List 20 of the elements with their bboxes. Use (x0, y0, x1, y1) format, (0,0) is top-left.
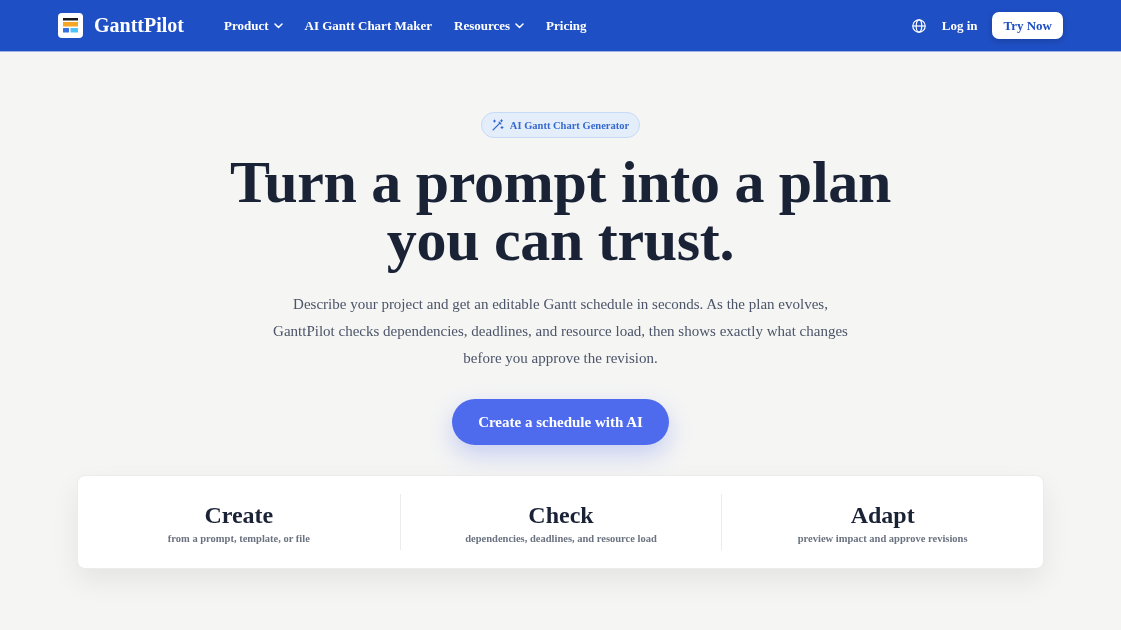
badge-label: AI Gantt Chart Generator (509, 119, 630, 131)
logo-icon (58, 13, 83, 38)
feature-description: from a prompt, template, or file (167, 532, 310, 544)
try-now-button[interactable]: Try Now (992, 12, 1063, 39)
create-schedule-button[interactable]: Create a schedule with AI (452, 399, 669, 445)
feature-title: Adapt (850, 500, 915, 529)
feature-description: preview impact and approve revisions (797, 532, 968, 544)
globe-icon (911, 18, 926, 33)
nav-link[interactable]: Product (224, 17, 283, 34)
magic-wand-icon (491, 119, 504, 131)
feature-title: Check (528, 500, 594, 529)
feature-description: dependencies, deadlines, and resource load (465, 532, 657, 544)
hero-description: Describe your project and get an editable Gantt schedule in seconds. As the plan evolves, GanttPilot checks dependencies, deadlines, and resource load, then shows exactly what changes before you approve the revision. (272, 295, 849, 368)
nav-link[interactable]: Pricing (546, 17, 587, 34)
feature-title: Create (204, 500, 274, 529)
language-button[interactable] (911, 18, 926, 33)
nav-link[interactable]: AI Gantt Chart Maker (304, 17, 432, 34)
login-link[interactable]: Log in (939, 17, 980, 34)
nav-link[interactable]: Resources (454, 17, 525, 34)
brand-name: GanttPilot (94, 14, 184, 37)
